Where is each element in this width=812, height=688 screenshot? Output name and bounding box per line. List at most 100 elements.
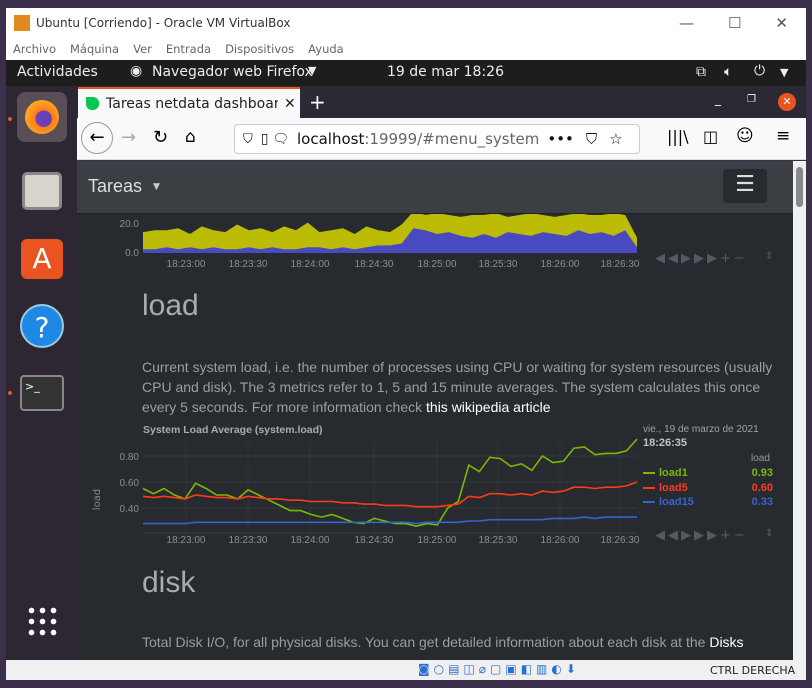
legend-value: 0.60 bbox=[751, 481, 773, 494]
legend-date: vie., 19 de marzo de 2021 bbox=[643, 424, 759, 435]
system-menu-chevron-icon[interactable]: ▼ bbox=[780, 66, 788, 79]
library-icon[interactable]: |||\ bbox=[667, 127, 689, 146]
load-chart-controls[interactable]: ◀◀▶▶▶+− bbox=[655, 528, 748, 543]
sidebar-icon[interactable]: ◫ bbox=[703, 127, 718, 146]
menu-ayuda[interactable]: Ayuda bbox=[308, 42, 344, 56]
load-description: Current system load, i.e. the number of … bbox=[142, 357, 782, 417]
close-button[interactable]: ✕ bbox=[775, 14, 788, 32]
virtualbox-status-bar: ◙○▤◫⌀▢▣◧▥◐⬇ CTRL DERECHA bbox=[6, 660, 806, 680]
volume-icon[interactable]: 🔈︎ bbox=[724, 64, 732, 80]
y-tick-label: 0.80 bbox=[120, 452, 140, 463]
chart-title: System Load Average (system.load) bbox=[143, 424, 323, 436]
account-icon[interactable]: ☺ bbox=[736, 126, 754, 146]
forward-button[interactable]: → bbox=[121, 127, 136, 148]
tab-close-icon[interactable]: ✕ bbox=[284, 96, 296, 112]
page-actions-icon[interactable]: ••• bbox=[547, 130, 574, 148]
menu-archivo[interactable]: Archivo bbox=[13, 42, 56, 56]
shield-icon[interactable]: ⛉ bbox=[243, 132, 253, 147]
device-status-icons[interactable]: ◙○▤◫⌀▢▣◧▥◐⬇ bbox=[418, 662, 580, 676]
netdata-page: 20.0 0.0 18:23:00 18:23:30 18:24:00 18:24:30 1… bbox=[77, 161, 793, 660]
url-path: :19999/#menu_system_s bbox=[364, 130, 540, 148]
network-icon[interactable]: ⧉ bbox=[696, 64, 706, 80]
url-bar[interactable]: ⛉ ▯ 🗨︎ localhost:19999/#menu_system_s ••… bbox=[234, 124, 640, 154]
legend-item-load1[interactable]: load1 0.93 bbox=[643, 466, 773, 481]
dock-files[interactable] bbox=[17, 166, 67, 216]
terminal-icon: >_ bbox=[20, 375, 64, 411]
home-button[interactable]: ⌂ bbox=[185, 127, 196, 147]
legend-swatch bbox=[643, 501, 655, 504]
resize-handle[interactable]: ⇕ bbox=[765, 251, 776, 262]
legend-value: 0.93 bbox=[751, 467, 773, 480]
permissions-icon[interactable]: 🗨︎ bbox=[272, 132, 289, 147]
legend-swatch bbox=[643, 472, 655, 475]
grid-icon bbox=[26, 605, 58, 637]
dock-firefox[interactable] bbox=[17, 92, 67, 142]
back-button[interactable]: ← bbox=[81, 122, 113, 154]
menu-ver[interactable]: Ver bbox=[133, 42, 152, 56]
reload-button[interactable]: ↻ bbox=[153, 127, 168, 148]
dock-terminal[interactable]: >_ bbox=[17, 368, 67, 418]
firefox-icon bbox=[25, 100, 59, 134]
section-title-disk: disk bbox=[142, 566, 196, 599]
url-host: localhost bbox=[297, 130, 365, 148]
window-title: Ubuntu [Corriendo] - Oracle VM VirtualBo… bbox=[36, 16, 291, 30]
minimize-button[interactable]: — bbox=[679, 14, 694, 32]
x-tick-label: 18:26:30 bbox=[601, 259, 640, 270]
chart-legend: load1 0.93 load5 0.60 load15 0.33 bbox=[643, 466, 773, 510]
host-key-label: CTRL DERECHA bbox=[710, 664, 796, 677]
clock[interactable]: 19 de mar 18:26 bbox=[387, 64, 504, 80]
x-tick-label: 18:24:30 bbox=[355, 259, 394, 270]
menu-entrada[interactable]: Entrada bbox=[166, 42, 211, 56]
menu-dispositivos[interactable]: Dispositivos bbox=[225, 42, 294, 56]
y-tick-label: 0.60 bbox=[120, 478, 140, 489]
hamburger-menu-icon[interactable]: ≡ bbox=[776, 126, 790, 146]
top-chart-controls[interactable]: ◀◀▶▶▶+− bbox=[655, 251, 748, 266]
app-menu[interactable]: Navegador web Firefox bbox=[152, 64, 313, 80]
legend-item-load15[interactable]: load15 0.33 bbox=[643, 495, 773, 510]
maximize-button[interactable]: ☐ bbox=[728, 14, 741, 32]
x-tick-label: 18:25:00 bbox=[418, 259, 457, 270]
netdata-favicon bbox=[86, 97, 99, 110]
series-line-load15 bbox=[143, 516, 637, 525]
software-store-icon: A bbox=[21, 239, 63, 279]
activities-button[interactable]: Actividades bbox=[17, 64, 98, 80]
show-applications-button[interactable] bbox=[17, 596, 67, 646]
resize-handle[interactable]: ⇕ bbox=[765, 528, 776, 539]
legend-units: load bbox=[751, 453, 770, 464]
running-indicator bbox=[8, 117, 12, 121]
ff-restore-button[interactable]: ❐ bbox=[747, 94, 756, 105]
ff-minimize-button[interactable]: _ bbox=[715, 92, 721, 106]
brand-menu[interactable]: Tareas bbox=[88, 176, 142, 197]
scrollbar-thumb[interactable] bbox=[796, 167, 803, 207]
dock-software[interactable]: A bbox=[17, 234, 67, 284]
legend-item-load5[interactable]: load5 0.60 bbox=[643, 481, 773, 496]
scrollbar[interactable] bbox=[793, 161, 806, 660]
x-tick-label: 18:24:00 bbox=[291, 535, 330, 546]
x-tick-label: 18:25:00 bbox=[418, 535, 457, 546]
browser-tab[interactable]: Tareas netdata dashboar ✕ bbox=[78, 87, 300, 118]
legend-swatch bbox=[643, 486, 655, 489]
tab-title: Tareas netdata dashboar bbox=[106, 95, 278, 112]
pocket-icon[interactable]: ⛉ bbox=[586, 130, 597, 148]
x-tick-label: 18:25:30 bbox=[479, 259, 518, 270]
virtualbox-menu-bar: Archivo Máquina Ver Entrada Dispositivos… bbox=[6, 38, 806, 60]
virtualbox-title-bar: Ubuntu [Corriendo] - Oracle VM VirtualBo… bbox=[6, 8, 806, 38]
navbar-toggle-button[interactable]: ☰ bbox=[723, 169, 767, 203]
power-icon[interactable]: ⏻ bbox=[754, 63, 765, 79]
x-tick-label: 18:23:00 bbox=[167, 535, 206, 546]
legend-label: load5 bbox=[659, 481, 688, 494]
bookmark-star-icon[interactable]: ☆ bbox=[609, 130, 622, 148]
legend-label: load15 bbox=[659, 496, 694, 509]
virtualbox-icon bbox=[14, 15, 30, 31]
y-axis-label: load bbox=[92, 488, 104, 511]
menu-maquina[interactable]: Máquina bbox=[70, 42, 119, 56]
disks-link[interactable]: Disks bbox=[709, 634, 743, 650]
new-tab-button[interactable]: + bbox=[309, 90, 326, 114]
wikipedia-link[interactable]: this wikipedia article bbox=[426, 399, 551, 415]
ubuntu-top-bar: Actividades ◉ Navegador web Firefox ▼ 19… bbox=[6, 60, 806, 86]
dock-help[interactable]: ? bbox=[17, 301, 67, 351]
ff-close-button[interactable]: ✕ bbox=[778, 93, 796, 111]
folder-icon bbox=[22, 172, 62, 210]
x-tick-label: 18:23:00 bbox=[167, 259, 206, 270]
netdata-navbar: Tareas ▼ ☰ bbox=[77, 161, 793, 214]
